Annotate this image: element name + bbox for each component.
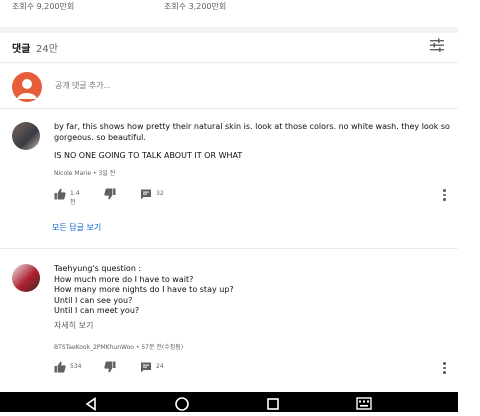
- comment-actions: 1.4천 32: [54, 188, 454, 206]
- comment-text: by far, this shows how pretty their natu…: [54, 122, 450, 162]
- thumbs-down-icon: [104, 188, 116, 200]
- view-counts: 조회수 9,200만회 조회수 3,200만회: [0, 0, 458, 14]
- sort-button[interactable]: [428, 36, 446, 54]
- thumbs-up-icon: [54, 188, 66, 200]
- comment-text: Taehyung's question : How much more do I…: [54, 264, 234, 317]
- nav-recents-button[interactable]: [266, 396, 280, 415]
- reply-icon: [141, 189, 151, 200]
- nav-recents-icon: [267, 398, 279, 410]
- commenter-avatar[interactable]: [12, 122, 40, 150]
- system-nav-bar: [0, 392, 458, 412]
- like-count: 1.4천: [70, 190, 80, 206]
- comment-meta: Nicole Marie • 3일 전: [54, 168, 115, 177]
- comments-screen: 조회수 9,200만회 조회수 3,200만회 댓글 24만 공개 댓글 추가.…: [0, 0, 458, 412]
- commenter-avatar[interactable]: [12, 264, 40, 292]
- thumbs-up-icon: [54, 361, 66, 373]
- comment-time: 57분 전(수정됨): [141, 344, 184, 351]
- my-avatar: [12, 72, 42, 102]
- nav-back-icon: [85, 396, 96, 412]
- comment-line: How much more do I have to wait?: [54, 274, 194, 284]
- nav-back-button[interactable]: [84, 396, 98, 415]
- comment-meta: BTSTaeKook_2PMKhunWoo • 57분 전(수정됨): [54, 342, 183, 351]
- comment-more-button[interactable]: [440, 361, 448, 375]
- sort-icon: [430, 38, 444, 52]
- view-count-right: 조회수 3,200만회: [164, 2, 227, 11]
- view-replies-link[interactable]: 모든 답글 보기: [52, 222, 101, 233]
- header-divider: [0, 62, 458, 63]
- reply-icon: [141, 362, 151, 373]
- read-more-link[interactable]: 자세히 보기: [54, 320, 93, 331]
- reply-count: 24: [156, 363, 164, 370]
- comment-line: IS NO ONE GOING TO TALK ABOUT IT OR WHAT: [54, 151, 243, 160]
- user-icon: [17, 79, 37, 99]
- comment-line: Until I can meet you?: [54, 306, 140, 315]
- comment-line: Taehyung's question :: [54, 264, 142, 273]
- comment-divider: [0, 248, 458, 249]
- add-comment-row[interactable]: [0, 72, 458, 102]
- comment-line: Until I can see you?: [54, 295, 133, 305]
- reply-count: 32: [156, 190, 164, 197]
- comment-line: gorgeous. so beautiful.: [54, 132, 146, 142]
- comment-thread: Taehyung's question : How much more do I…: [0, 256, 458, 388]
- comment-line: How many more nights do I have to stay u…: [54, 285, 234, 294]
- add-comment-input[interactable]: [53, 80, 357, 91]
- nav-keyboard-icon: [356, 397, 372, 410]
- add-comment-divider: [0, 108, 458, 109]
- comment-line: by far, this shows how pretty their natu…: [54, 122, 450, 131]
- comments-header: 댓글 24만: [0, 36, 458, 58]
- comment-time: 3일 전: [98, 170, 116, 177]
- right-gutter: [458, 0, 480, 412]
- nav-home-button[interactable]: [174, 396, 190, 416]
- section-divider: [0, 27, 458, 33]
- comment-actions: 534 24: [54, 361, 454, 377]
- comment-author[interactable]: Nicole Marie: [54, 170, 91, 177]
- view-count-left: 조회수 9,200만회: [12, 2, 75, 11]
- comment-author[interactable]: BTSTaeKook_2PMKhunWoo: [54, 344, 134, 351]
- nav-home-icon: [175, 397, 189, 411]
- comment-thread: by far, this shows how pretty their natu…: [0, 112, 458, 248]
- comment-more-button[interactable]: [440, 188, 448, 202]
- comments-title: 댓글: [12, 44, 31, 55]
- comment-line: [54, 143, 450, 151]
- nav-keyboard-button[interactable]: [356, 396, 372, 415]
- like-count: 534: [70, 363, 82, 370]
- comments-count: 24만: [36, 44, 58, 55]
- thumbs-down-icon: [104, 361, 116, 373]
